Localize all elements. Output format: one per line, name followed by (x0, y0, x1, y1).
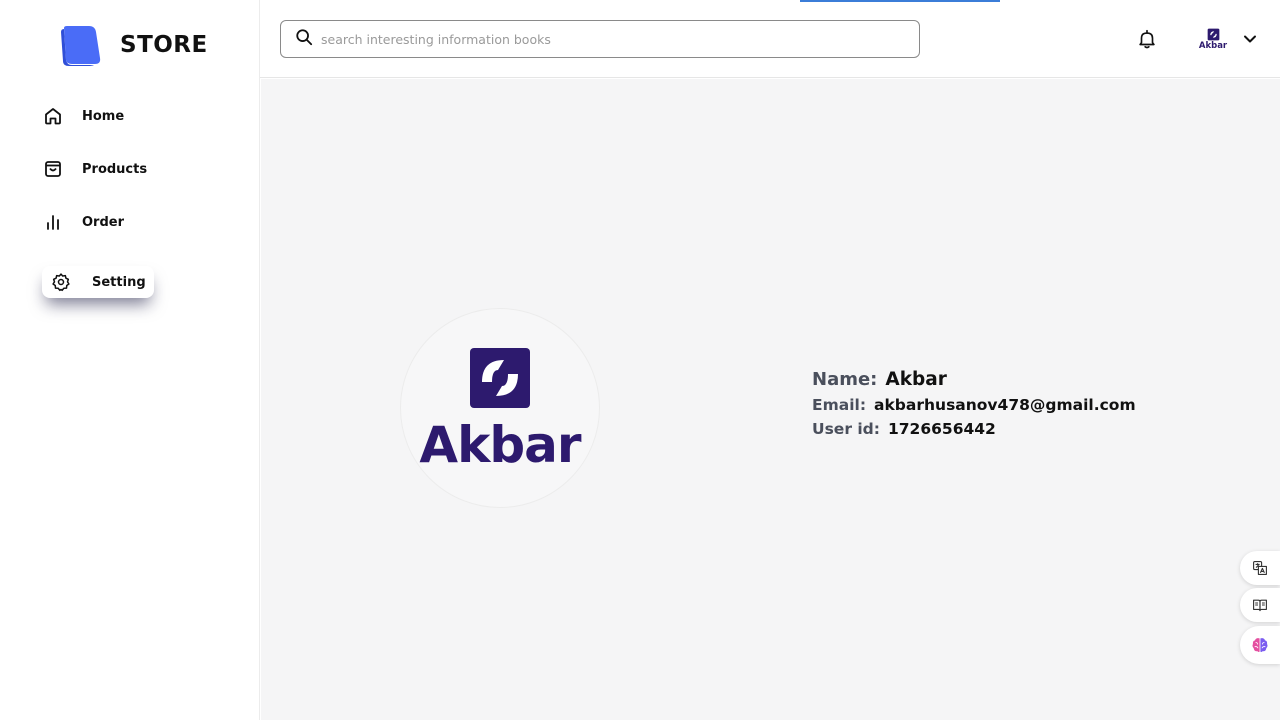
profile-info: Name: Akbar Email: akbarhusanov478@gmail… (812, 369, 1136, 444)
bell-icon[interactable] (1136, 28, 1158, 50)
sidebar-item-label: Home (82, 108, 125, 124)
email-value: akbarhusanov478@gmail.com (874, 396, 1136, 414)
uid-value: 1726656442 (887, 420, 996, 438)
home-icon (42, 105, 64, 127)
avatar-logo-icon (1207, 28, 1219, 41)
profile-avatar-text: Akbar (419, 416, 581, 474)
shopping-bag-icon (42, 158, 64, 180)
chevron-down-icon[interactable] (1242, 31, 1258, 47)
profile-avatar: Akbar (400, 308, 600, 508)
user-avatar[interactable]: Akbar (1196, 24, 1230, 54)
bar-chart-icon (42, 211, 64, 233)
search-box[interactable] (280, 20, 920, 58)
sidebar-item-home[interactable]: Home (42, 101, 124, 131)
sidebar: STORE Home Products Order Setting (0, 0, 260, 720)
profile-uid-row: User id: 1726656442 (812, 420, 1136, 438)
reader-icon[interactable] (1240, 588, 1280, 622)
sidebar-item-label: Setting (92, 274, 146, 290)
search-input[interactable] (321, 31, 901, 47)
profile-email-row: Email: akbarhusanov478@gmail.com (812, 396, 1136, 414)
name-value: Akbar (885, 369, 947, 390)
top-bar: Akbar (260, 0, 1280, 78)
avatar-text: Akbar (1198, 40, 1228, 51)
email-label: Email: (812, 396, 867, 414)
sidebar-item-setting[interactable]: Setting (42, 266, 154, 298)
book-logo-icon (61, 26, 101, 66)
profile-name-row: Name: Akbar (812, 369, 1136, 390)
brain-icon[interactable] (1240, 626, 1280, 664)
profile-panel: Akbar Name: Akbar Email: akbarhusanov478… (261, 79, 1280, 720)
search-icon (295, 28, 313, 50)
sidebar-item-label: Products (82, 161, 148, 177)
translate-icon[interactable] (1240, 551, 1280, 585)
brand-name: STORE (120, 32, 208, 58)
brand[interactable]: STORE (58, 24, 208, 66)
top-accent-bar (800, 0, 1000, 2)
profile-logo-icon (470, 348, 530, 408)
uid-label: User id: (812, 420, 880, 438)
sidebar-item-products[interactable]: Products (42, 154, 147, 184)
gear-icon (50, 271, 72, 293)
sidebar-item-order[interactable]: Order (42, 207, 124, 237)
name-label: Name: (812, 369, 878, 390)
sidebar-item-label: Order (82, 214, 124, 230)
